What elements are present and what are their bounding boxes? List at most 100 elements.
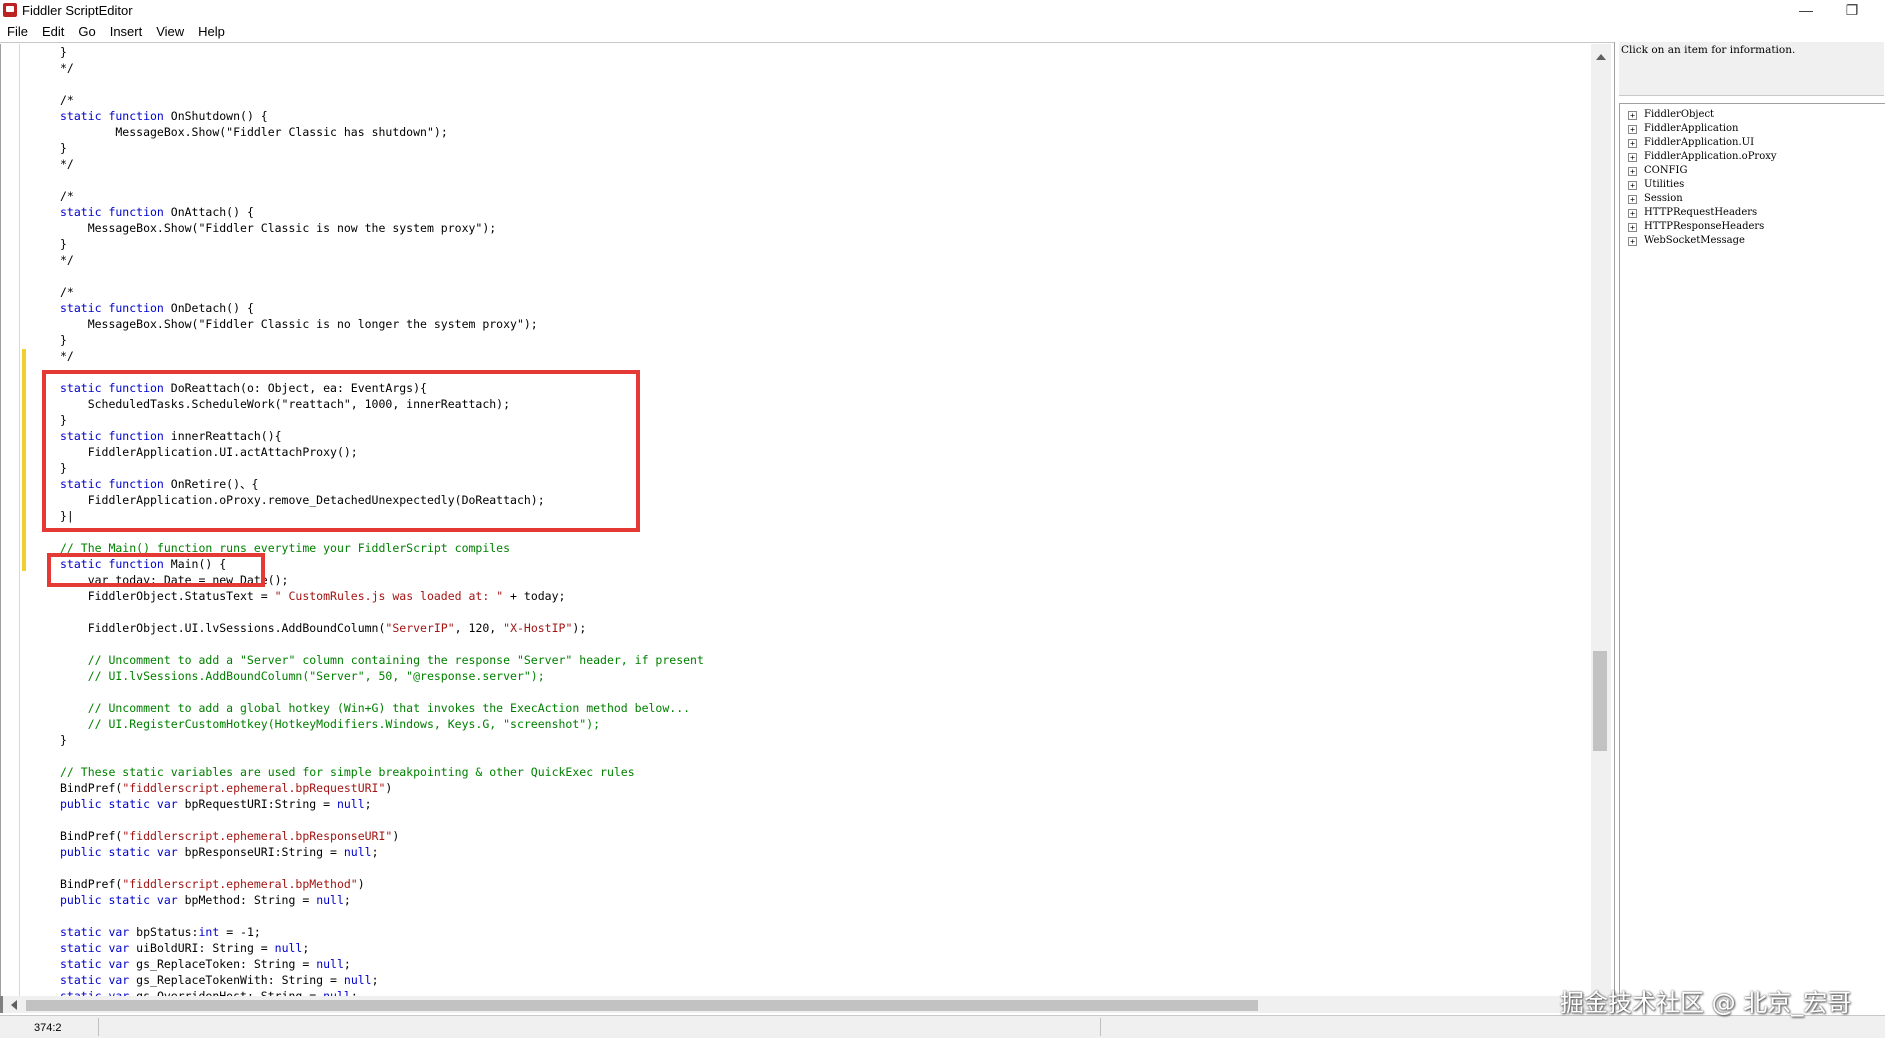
info-text: Click on an item for information. — [1619, 42, 1884, 96]
tree-item[interactable]: + FiddlerObject — [1620, 108, 1885, 122]
code-line[interactable] — [60, 748, 704, 764]
code-line[interactable]: */ — [60, 252, 704, 268]
code-line[interactable]: static var uiBoldURI: String = null; — [60, 940, 704, 956]
code-line[interactable]: } — [60, 236, 704, 252]
code-token: ; — [302, 941, 310, 955]
scroll-left-arrow-icon[interactable] — [11, 1000, 17, 1010]
code-line[interactable]: } — [60, 44, 704, 60]
code-token: "Fiddler Classic has shutdown" — [226, 125, 434, 139]
code-line[interactable]: MessageBox.Show("Fiddler Classic has shu… — [60, 124, 704, 140]
menu-go[interactable]: Go — [71, 22, 102, 39]
code-line[interactable]: static var gs_ReplaceTokenWith: String =… — [60, 972, 704, 988]
expand-plus-icon[interactable]: + — [1628, 111, 1637, 120]
code-line[interactable] — [60, 684, 704, 700]
expand-plus-icon[interactable]: + — [1628, 153, 1637, 162]
code-line[interactable] — [60, 908, 704, 924]
code-token: MessageBox.Show("Fiddler Classic is no l… — [60, 317, 538, 331]
code-line[interactable]: static var gs_ReplaceToken: String = nul… — [60, 956, 704, 972]
window-title: Fiddler ScriptEditor — [22, 3, 133, 18]
code-line[interactable]: public static var bpMethod: String = nul… — [60, 892, 704, 908]
code-line[interactable]: } — [60, 732, 704, 748]
code-token: null — [336, 797, 365, 811]
code-line[interactable]: MessageBox.Show("Fiddler Classic is now … — [60, 220, 704, 236]
code-token: // Uncomment to add a global hotkey (Win… — [60, 701, 691, 715]
code-line[interactable]: public static var bpRequestURI:String = … — [60, 796, 704, 812]
code-line[interactable]: static function OnAttach() { — [60, 204, 704, 220]
code-line[interactable]: // Uncomment to add a global hotkey (Win… — [60, 700, 704, 716]
code-line[interactable]: public static var bpResponseURI:String =… — [60, 844, 704, 860]
code-token: ; — [364, 797, 372, 811]
code-line[interactable] — [60, 636, 704, 652]
tree-item[interactable]: + Session — [1620, 192, 1885, 206]
code-line[interactable] — [60, 604, 704, 620]
code-line[interactable]: } — [60, 332, 704, 348]
code-token: /* — [60, 285, 74, 299]
tree-item-label: HTTPRequestHeaders — [1644, 207, 1758, 218]
expand-plus-icon[interactable]: + — [1628, 167, 1637, 176]
code-line[interactable]: FiddlerObject.StatusText = " CustomRules… — [60, 588, 704, 604]
minimize-button[interactable]: — — [1783, 0, 1829, 22]
restore-button[interactable]: ❐ — [1829, 0, 1875, 22]
code-line[interactable] — [60, 268, 704, 284]
tree-item[interactable]: + HTTPResponseHeaders — [1620, 220, 1885, 234]
code-line[interactable]: BindPref("fiddlerscript.ephemeral.bpMeth… — [60, 876, 704, 892]
code-line[interactable]: */ — [60, 348, 704, 364]
scroll-up-arrow-icon[interactable] — [1596, 54, 1606, 60]
menu-insert[interactable]: Insert — [103, 22, 150, 39]
code-line[interactable]: /* — [60, 188, 704, 204]
tree-item[interactable]: + HTTPRequestHeaders — [1620, 206, 1885, 220]
tree-item[interactable]: + FiddlerApplication.UI — [1620, 136, 1885, 150]
code-line[interactable]: */ — [60, 60, 704, 76]
vertical-scrollbar[interactable] — [1591, 44, 1611, 996]
code-line[interactable]: BindPref("fiddlerscript.ephemeral.bpRequ… — [60, 780, 704, 796]
code-token: */ — [60, 157, 74, 171]
expand-plus-icon[interactable]: + — [1628, 237, 1637, 246]
code-line[interactable] — [60, 812, 704, 828]
expand-plus-icon[interactable]: + — [1628, 139, 1637, 148]
menu-help[interactable]: Help — [191, 22, 232, 39]
code-line[interactable]: BindPref("fiddlerscript.ephemeral.bpResp… — [60, 828, 704, 844]
code-editor[interactable]: } *//* static function OnShutdown() { Mess… — [0, 44, 1593, 1003]
code-line[interactable]: // UI.lvSessions.AddBoundColumn("Server"… — [60, 668, 704, 684]
code-line[interactable]: static function OnDetach() { — [60, 300, 704, 316]
tree-item[interactable]: + FiddlerApplication.oProxy — [1620, 150, 1885, 164]
horizontal-scroll-thumb[interactable] — [26, 1000, 1258, 1011]
tree-item[interactable]: + WebSocketMessage — [1620, 234, 1885, 248]
expand-plus-icon[interactable]: + — [1628, 181, 1637, 190]
code-line[interactable]: /* — [60, 284, 704, 300]
code-token: uiBoldURI: String = — [129, 941, 275, 955]
code-line[interactable]: // These static variables are used for s… — [60, 764, 704, 780]
horizontal-scrollbar[interactable] — [0, 996, 1611, 1013]
code-line[interactable]: } — [60, 140, 704, 156]
menu-edit[interactable]: Edit — [35, 22, 71, 39]
code-line[interactable] — [60, 860, 704, 876]
code-line[interactable]: MessageBox.Show("Fiddler Classic is no l… — [60, 316, 704, 332]
expand-plus-icon[interactable]: + — [1628, 125, 1637, 134]
expand-plus-icon[interactable]: + — [1628, 223, 1637, 232]
code-line[interactable]: // Uncomment to add a "Server" column co… — [60, 652, 704, 668]
code-line[interactable]: /* — [60, 92, 704, 108]
code-line[interactable]: static var bpStatus:int = -1; — [60, 924, 704, 940]
code-line[interactable] — [60, 76, 704, 92]
code-token: // These static variables are used for s… — [60, 765, 635, 779]
code-line[interactable]: FiddlerObject.UI.lvSessions.AddBoundColu… — [60, 620, 704, 636]
tree-item-label: CONFIG — [1644, 165, 1688, 176]
menu-file[interactable]: File — [0, 22, 35, 39]
code-token: "fiddlerscript.ephemeral.bpResponseURI" — [122, 829, 393, 843]
code-line[interactable]: // UI.RegisterCustomHotkey(HotkeyModifie… — [60, 716, 704, 732]
code-token: null — [316, 893, 344, 907]
tree-item[interactable]: + FiddlerApplication — [1620, 122, 1885, 136]
code-line[interactable]: static function OnShutdown() { — [60, 108, 704, 124]
menu-view[interactable]: View — [149, 22, 191, 39]
vertical-scroll-thumb[interactable] — [1593, 651, 1607, 751]
code-token: FiddlerObject.UI.lvSessions.AddBoundColu… — [60, 621, 386, 635]
code-token: // Uncomment to add a "Server" column co… — [60, 653, 704, 667]
expand-plus-icon[interactable]: + — [1628, 195, 1637, 204]
code-line[interactable] — [60, 172, 704, 188]
code-line[interactable]: */ — [60, 156, 704, 172]
tree-item[interactable]: + CONFIG — [1620, 164, 1885, 178]
expand-plus-icon[interactable]: + — [1628, 209, 1637, 218]
code-token: FiddlerObject.StatusText = — [60, 589, 275, 603]
tree-item[interactable]: + Utilities — [1620, 178, 1885, 192]
changed-lines-marker — [22, 349, 26, 571]
